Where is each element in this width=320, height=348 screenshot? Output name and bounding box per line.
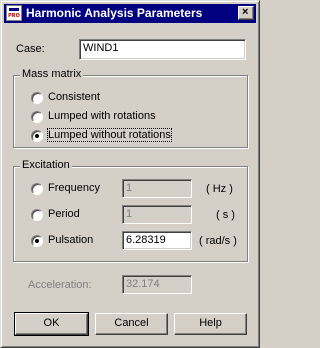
radio-button[interactable]: [31, 130, 43, 142]
app-icon-bar: [9, 8, 19, 11]
excitation-title: Excitation: [20, 159, 72, 171]
radio-dot: [35, 239, 39, 243]
dialog-window: PRO Harmonic Analysis Parameters × Case:…: [0, 0, 260, 348]
radio-label: Pulsation: [48, 234, 94, 246]
cancel-button[interactable]: Cancel: [95, 313, 168, 335]
pulsation-input[interactable]: 6.28319: [122, 231, 192, 250]
app-icon-text: PRO: [8, 13, 20, 19]
frequency-input[interactable]: 1: [122, 179, 192, 198]
close-button[interactable]: ×: [238, 6, 254, 20]
period-input[interactable]: 1: [122, 205, 192, 224]
title-bar[interactable]: PRO Harmonic Analysis Parameters ×: [4, 4, 256, 23]
radio-button[interactable]: [31, 111, 43, 123]
radio-label: Lumped with rotations: [48, 110, 156, 122]
mass-matrix-title: Mass matrix: [20, 68, 84, 80]
acceleration-input[interactable]: 32.174: [122, 275, 192, 294]
radio-label: Lumped without rotations: [47, 128, 172, 142]
period-unit: ( s ): [216, 209, 235, 221]
radio-label: Frequency: [48, 182, 100, 194]
help-button[interactable]: Help: [174, 313, 247, 335]
radio-button[interactable]: [31, 209, 43, 221]
close-icon: ×: [242, 6, 249, 18]
case-label: Case:: [16, 43, 45, 55]
acceleration-label: Acceleration:: [28, 279, 92, 291]
radio-label: Consistent: [48, 91, 100, 103]
radio-button[interactable]: [31, 183, 43, 195]
pulsation-unit: ( rad/s ): [199, 235, 237, 247]
frequency-unit: ( Hz ): [206, 183, 233, 195]
radio-button[interactable]: [31, 235, 43, 247]
case-input[interactable]: WIND1: [79, 39, 246, 60]
ok-button[interactable]: OK: [14, 312, 89, 336]
app-icon[interactable]: PRO: [6, 5, 22, 21]
radio-dot: [35, 134, 39, 138]
radio-button[interactable]: [31, 92, 43, 104]
window-title: Harmonic Analysis Parameters: [26, 6, 203, 20]
radio-label: Period: [48, 208, 80, 220]
